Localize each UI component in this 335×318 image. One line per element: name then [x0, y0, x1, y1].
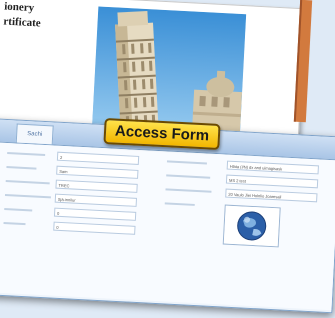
field-label-placeholder [166, 160, 207, 165]
field-box[interactable]: Sjá-innilur [54, 193, 138, 207]
field-label-placeholder [165, 188, 212, 193]
field-box[interactable]: Hlata (I/N) dx and uimagisask [226, 160, 319, 175]
globe-photo [223, 205, 280, 247]
form-body: 2 Sam TREC Sjá-innilur 0 0 Hlata (I/N) d… [0, 142, 335, 311]
field-box[interactable]: 0 [53, 207, 137, 221]
field-label-placeholder [6, 166, 37, 170]
field-box[interactable]: 0 [53, 221, 136, 235]
field-label-placeholder [166, 174, 211, 179]
field-label-placeholder [164, 202, 195, 206]
field-box[interactable]: 2 [56, 151, 140, 165]
field-label-placeholder [4, 207, 33, 212]
field-box[interactable]: 20 Vaulo Jiei Holnlio Joaresali [225, 188, 318, 203]
field-label-placeholder [3, 221, 26, 226]
field-label-placeholder [4, 193, 51, 199]
document-text-line: rtificate [3, 15, 41, 30]
tab-form[interactable]: Sachi [15, 123, 54, 145]
field-box[interactable]: Sam [56, 165, 139, 179]
document-text-line: ionery [3, 0, 35, 15]
field-box[interactable]: TREC [55, 179, 138, 193]
field-label-placeholder [7, 152, 46, 157]
photo-field[interactable] [222, 204, 281, 248]
field-label-placeholder [5, 180, 50, 185]
field-box[interactable]: MS 2 test [225, 174, 319, 189]
